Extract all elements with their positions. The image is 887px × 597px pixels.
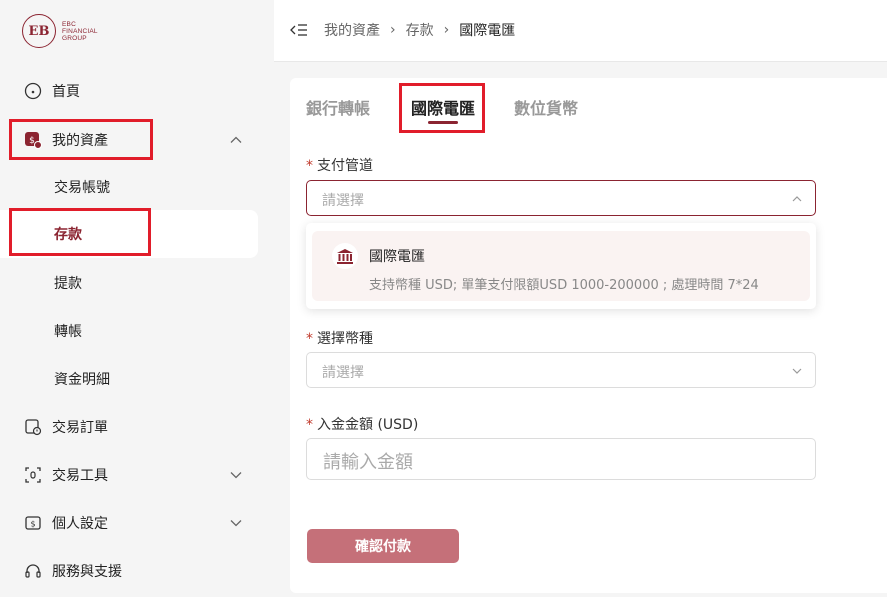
sidebar-item-label: 我的資產 <box>52 133 108 149</box>
chevron-down-icon <box>792 368 802 374</box>
sidebar-subitem-label: 交易帳號 <box>54 180 110 196</box>
sidebar-item-label: 首頁 <box>52 84 80 100</box>
logo-line3: GROUP <box>62 34 87 42</box>
amount-label: * 入金金額 (USD) <box>306 414 418 434</box>
breadcrumb-current: 國際電匯 <box>459 23 516 39</box>
collapse-menu-icon[interactable] <box>290 22 308 38</box>
chevron-up-icon <box>230 136 242 143</box>
chevron-up-icon <box>792 196 802 202</box>
sidebar-item-my-assets[interactable]: $ 我的資產 <box>0 120 274 160</box>
sidebar-item-home[interactable]: 首頁 <box>0 71 274 111</box>
breadcrumb-item[interactable]: 我的資產 <box>324 20 380 40</box>
chevron-down-icon <box>230 472 242 479</box>
sidebar-subitem-label: 提款 <box>54 276 82 292</box>
chevron-right-icon: › <box>390 22 396 38</box>
required-mark: * <box>306 158 313 174</box>
sidebar-subitem-label: 資金明細 <box>54 372 110 388</box>
sidebar-item-support[interactable]: 服務與支援 <box>0 551 274 591</box>
deposit-card: 銀行轉帳 國際電匯 數位貨幣 * 支付管道 請選擇 國際電匯 支持幣種 USD; … <box>290 78 887 593</box>
sidebar-subitem-label: 轉帳 <box>54 324 82 340</box>
required-mark: * <box>306 331 313 347</box>
logo-mark: EB <box>22 14 56 48</box>
sidebar-item-label: 交易訂單 <box>52 420 108 436</box>
tab-wire-transfer[interactable]: 國際電匯 <box>411 95 475 119</box>
tab-bank-transfer[interactable]: 銀行轉帳 <box>306 95 370 119</box>
currency-placeholder: 請選擇 <box>322 365 364 381</box>
confirm-payment-button[interactable]: 確認付款 <box>307 529 459 563</box>
logo-text: EBC FINANCIAL GROUP <box>62 21 98 42</box>
breadcrumb-item[interactable]: 存款 <box>406 20 434 40</box>
sidebar-subitem-deposit[interactable]: 存款 <box>0 214 274 254</box>
channel-option-wire[interactable]: 國際電匯 支持幣種 USD; 單筆支付限額USD 1000-200000 ; 處… <box>312 231 810 301</box>
home-icon <box>24 82 42 100</box>
logo-line2: FINANCIAL <box>62 27 98 35</box>
tab-crypto[interactable]: 數位貨幣 <box>514 95 578 119</box>
required-mark: * <box>306 417 313 433</box>
currency-select[interactable]: 請選擇 <box>306 352 816 388</box>
payment-channel-select[interactable]: 請選擇 <box>306 180 816 216</box>
sidebar-item-orders[interactable]: 交易訂單 <box>0 407 274 447</box>
currency-label-text: 選擇幣種 <box>317 331 373 347</box>
sidebar-subitem-fund-details[interactable]: 資金明細 <box>0 359 274 399</box>
svg-text:$: $ <box>30 520 35 529</box>
sidebar-subitem-transfer[interactable]: 轉帳 <box>0 311 274 351</box>
amount-placeholder: 請輸入金額 <box>323 452 413 473</box>
channel-option-desc: 支持幣種 USD; 單筆支付限額USD 1000-200000 ; 處理時間 7… <box>369 278 759 293</box>
amount-input[interactable]: 請輸入金額 <box>306 438 816 480</box>
breadcrumb: 我的資產 › 存款 › 國際電匯 <box>324 20 515 40</box>
chevron-right-icon: › <box>443 22 450 38</box>
payment-channel-dropdown: 國際電匯 支持幣種 USD; 單筆支付限額USD 1000-200000 ; 處… <box>306 223 816 309</box>
assets-icon: $ <box>24 131 42 149</box>
sidebar-subitem-withdraw[interactable]: 提款 <box>0 263 274 303</box>
chevron-down-icon <box>230 520 242 527</box>
headset-icon <box>24 562 42 580</box>
tools-icon <box>24 466 42 484</box>
top-header: 我的資產 › 存款 › 國際電匯 <box>274 0 887 62</box>
sidebar-subitem-label: 存款 <box>54 227 82 243</box>
sidebar-item-settings[interactable]: $ 個人設定 <box>0 503 274 543</box>
payment-channel-label: * 支付管道 <box>306 155 373 175</box>
bank-icon <box>332 243 358 269</box>
currency-label: * 選擇幣種 <box>306 328 373 348</box>
settings-icon: $ <box>24 514 42 532</box>
svg-text:$: $ <box>29 136 35 146</box>
payment-channel-placeholder: 請選擇 <box>322 193 364 209</box>
orders-icon <box>24 418 42 436</box>
logo-line1: EBC <box>62 20 76 28</box>
amount-label-text: 入金金額 (USD) <box>317 417 419 433</box>
sidebar-item-tools[interactable]: 交易工具 <box>0 455 274 495</box>
logo: EB EBC FINANCIAL GROUP <box>22 14 98 48</box>
active-tab-indicator <box>428 121 458 124</box>
sidebar-item-label: 個人設定 <box>52 516 108 532</box>
payment-channel-label-text: 支付管道 <box>317 158 373 174</box>
sidebar-item-label: 服務與支援 <box>52 564 122 580</box>
sidebar: EB EBC FINANCIAL GROUP 首頁 $ 我的資產 交易帳號 存款… <box>0 0 274 597</box>
sidebar-item-label: 交易工具 <box>52 468 108 484</box>
sidebar-subitem-trading-account[interactable]: 交易帳號 <box>0 167 274 207</box>
channel-option-title: 國際電匯 <box>369 249 425 265</box>
